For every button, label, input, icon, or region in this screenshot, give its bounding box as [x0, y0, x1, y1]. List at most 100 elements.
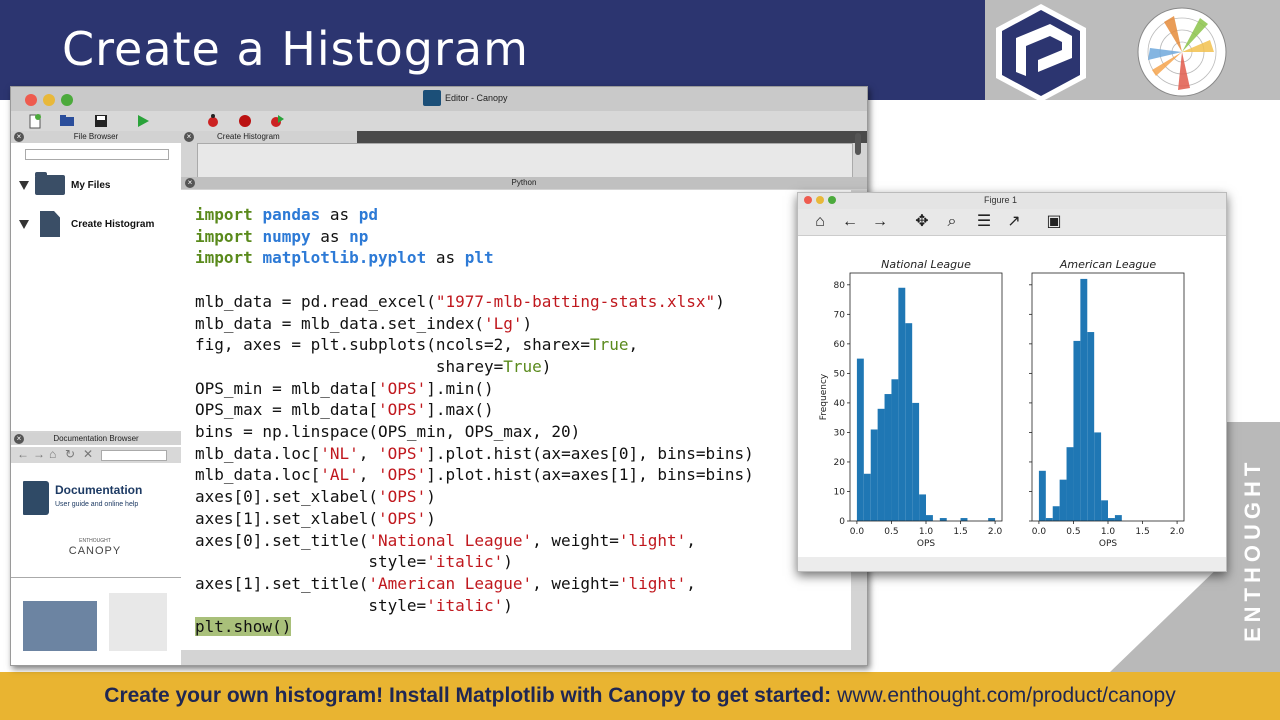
- histogram-bar: [1087, 332, 1095, 521]
- debug-run-icon[interactable]: [269, 113, 285, 129]
- stop-load-icon[interactable]: ✕: [83, 447, 93, 461]
- histogram-bar: [1052, 506, 1060, 521]
- pan-icon[interactable]: ✥: [912, 213, 932, 231]
- home-icon[interactable]: ⌂: [49, 447, 56, 461]
- scrollbar-thumb[interactable]: [855, 133, 861, 155]
- file-browser-panel: × File Browser My Files Create Histogram: [11, 131, 181, 431]
- histogram-bar: [960, 518, 968, 521]
- x-axis-label: OPS: [1099, 539, 1118, 549]
- footer-url[interactable]: www.enthought.com/product/canopy: [837, 684, 1176, 708]
- histogram-bar: [870, 429, 878, 521]
- back-arrow-icon[interactable]: ←: [17, 447, 29, 461]
- enthought-logo-icon: [996, 4, 1086, 102]
- slide-footer: Create your own histogram! Install Matpl…: [0, 672, 1280, 720]
- histogram-bar: [919, 494, 926, 521]
- x-tick-label: 1.5: [953, 527, 967, 537]
- tree-item-label: Create Histogram: [71, 218, 155, 230]
- y-tick-label: 30: [834, 428, 846, 438]
- figure-statusbar: [798, 557, 1226, 571]
- back-arrow-icon[interactable]: ←: [840, 213, 860, 231]
- reload-icon[interactable]: ↻: [65, 447, 75, 461]
- forward-arrow-icon[interactable]: →: [870, 213, 890, 231]
- tree-item-create-histogram[interactable]: Create Histogram: [19, 211, 154, 237]
- figure-toolbar: ⌂ ← → ✥ ⌕ ☰ ↗ ▣: [798, 209, 1226, 236]
- histogram-bar: [863, 473, 871, 521]
- file-browser-label: File Browser: [73, 132, 119, 141]
- doc-thumbnail[interactable]: [109, 593, 167, 651]
- tab-create-histogram[interactable]: × Create Histogram: [181, 131, 357, 143]
- x-tick-label: 0.5: [1066, 527, 1080, 537]
- histogram-bar: [877, 408, 885, 521]
- histogram-bar: [939, 518, 947, 521]
- tree-item-label: My Files: [71, 179, 111, 191]
- close-window-button[interactable]: [25, 94, 37, 106]
- zoom-icon[interactable]: ⌕: [942, 213, 962, 231]
- y-tick-label: 40: [834, 399, 846, 409]
- polar-chart-icon: [1137, 7, 1227, 97]
- y-axis-label: Frequency: [819, 373, 829, 420]
- editor-titlebar: Editor - Canopy: [11, 87, 867, 111]
- file-editor-area[interactable]: [197, 143, 853, 179]
- close-icon[interactable]: ×: [184, 132, 194, 142]
- folder-icon: [35, 172, 65, 195]
- new-file-icon[interactable]: [27, 113, 43, 129]
- close-icon[interactable]: ×: [14, 434, 24, 444]
- debug-icon[interactable]: [205, 113, 221, 129]
- editor-window: Editor - Canopy × File Browser My Files …: [10, 86, 868, 666]
- tree-item-my-files[interactable]: My Files: [19, 172, 111, 195]
- doc-thumbnail[interactable]: [23, 601, 97, 651]
- x-tick-label: 2.0: [1170, 527, 1185, 537]
- x-axis-label: OPS: [917, 539, 936, 549]
- editor-title: Editor - Canopy: [423, 90, 508, 106]
- expand-triangle-icon[interactable]: [19, 219, 29, 229]
- doc-browser-label: Documentation Browser: [53, 434, 139, 443]
- code-block: import pandas as pd import numpy as np i…: [195, 205, 754, 637]
- doc-url-input[interactable]: [101, 450, 167, 461]
- documentation-browser-panel: × Documentation Browser ← → ⌂ ↻ ✕ Docume…: [11, 433, 181, 665]
- histogram-bar: [1045, 518, 1053, 521]
- doc-subtitle: User guide and online help: [55, 501, 139, 508]
- close-icon[interactable]: ×: [14, 132, 24, 142]
- minimize-window-button[interactable]: [43, 94, 55, 106]
- forward-arrow-icon[interactable]: →: [33, 447, 45, 461]
- editor-title-text: Editor - Canopy: [445, 93, 508, 103]
- subplots-config-icon[interactable]: ☰: [974, 213, 994, 231]
- y-tick-label: 20: [834, 458, 846, 468]
- slide-title: Create a Histogram: [62, 22, 529, 76]
- x-tick-label: 1.5: [1135, 527, 1149, 537]
- stop-icon[interactable]: [237, 113, 253, 129]
- maximize-window-button[interactable]: [828, 196, 836, 204]
- doc-nav-bar: ← → ⌂ ↻ ✕: [11, 447, 181, 463]
- edit-axes-icon[interactable]: ↗: [1004, 213, 1024, 231]
- open-file-icon[interactable]: [59, 113, 75, 129]
- file-browser-header: × File Browser: [11, 131, 181, 143]
- histogram-bar: [884, 394, 892, 521]
- axes-frame: [1031, 272, 1185, 522]
- canopy-logo: CANOPY: [68, 545, 122, 557]
- file-browser-filter-input[interactable]: [25, 149, 169, 160]
- y-tick-label: 80: [834, 281, 846, 291]
- save-icon[interactable]: [93, 113, 109, 129]
- histogram-bar: [1059, 479, 1067, 521]
- maximize-window-button[interactable]: [61, 94, 73, 106]
- expand-triangle-icon[interactable]: [19, 180, 29, 190]
- histogram-bar: [905, 323, 913, 521]
- histogram-bar: [912, 402, 920, 521]
- histogram-bar: [1073, 340, 1081, 521]
- x-tick-label: 0.5: [884, 527, 898, 537]
- side-brand-text: ENTHOUGHT: [1240, 457, 1265, 643]
- python-panel-label: Python: [511, 178, 537, 187]
- close-icon[interactable]: ×: [185, 178, 195, 188]
- y-tick-label: 70: [834, 310, 846, 320]
- save-icon[interactable]: ▣: [1044, 213, 1064, 231]
- doc-title[interactable]: Documentation: [55, 483, 142, 497]
- histogram-bar: [988, 518, 996, 521]
- histogram-bar: [926, 515, 933, 521]
- close-window-button[interactable]: [804, 196, 812, 204]
- home-icon[interactable]: ⌂: [810, 213, 830, 231]
- minimize-window-button[interactable]: [816, 196, 824, 204]
- run-icon[interactable]: [135, 113, 151, 129]
- python-shell[interactable]: import pandas as pd import numpy as np i…: [181, 190, 851, 650]
- histogram-bar: [1114, 515, 1122, 521]
- canopy-logo-small: ENTHOUGHT: [79, 538, 111, 544]
